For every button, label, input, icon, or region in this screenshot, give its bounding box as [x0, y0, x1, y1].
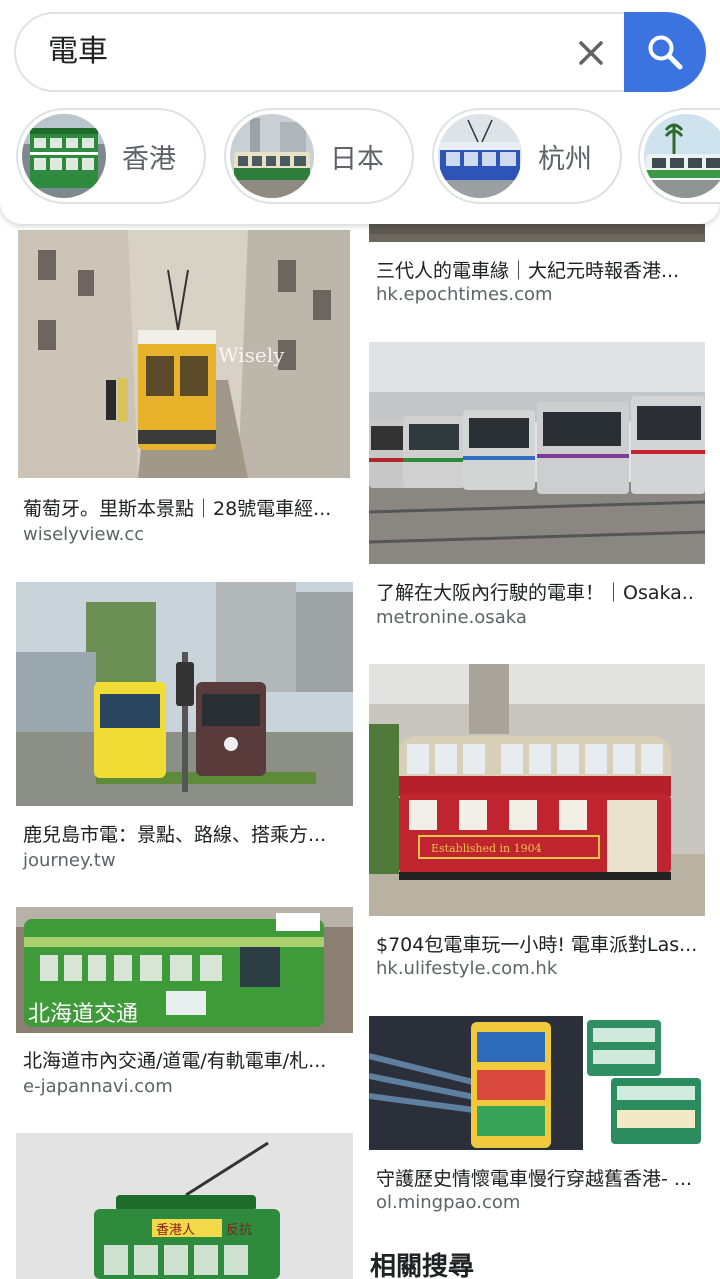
search-button[interactable] — [624, 12, 706, 92]
chip-more[interactable] — [638, 108, 720, 204]
result-image[interactable] — [369, 342, 705, 564]
result-title[interactable]: $704包電車玩一小時! 電車派對Las... — [376, 930, 696, 957]
chip-label: 杭州 — [538, 143, 592, 175]
search-icon — [648, 35, 683, 70]
overlay-text: 北海道交通 — [28, 1002, 138, 1027]
result-title[interactable]: 了解在大阪內行駛的電車！｜Osaka... — [376, 578, 696, 605]
plate-text: Established in 1904 — [431, 842, 542, 855]
chip-thumbnail — [644, 114, 720, 198]
result-image[interactable]: 北海道交通 — [16, 907, 353, 1033]
result-image[interactable]: 香港人 反抗 — [16, 1133, 353, 1279]
search-header: 電車 香港 日本 杭州 — [0, 0, 720, 224]
result-source: hk.epochtimes.com — [376, 284, 553, 305]
result-source: metronine.osaka — [376, 607, 527, 628]
chip-hangzhou[interactable]: 杭州 — [432, 108, 622, 204]
clear-button[interactable] — [568, 30, 614, 76]
result-image[interactable]: Established in 1904 — [369, 664, 705, 916]
chip-thumbnail — [22, 114, 106, 198]
watermark-text: Wisely — [218, 343, 285, 367]
chip-label: 日本 — [330, 143, 384, 175]
chip-thumbnail — [230, 114, 314, 198]
result-source: wiselyview.cc — [23, 524, 145, 545]
result-image[interactable] — [16, 582, 353, 806]
close-icon — [579, 41, 603, 65]
result-source: hk.ulifestyle.com.hk — [376, 958, 558, 979]
result-image[interactable] — [369, 1016, 705, 1150]
chip-thumbnail — [438, 114, 522, 198]
search-box[interactable]: 電車 — [14, 12, 706, 92]
result-image[interactable]: Wisely — [18, 230, 350, 478]
result-title[interactable]: 三代人的電車緣｜大紀元時報香港... — [376, 256, 696, 283]
sign-text: 香港人 — [156, 1223, 195, 1238]
chip-hong-kong[interactable]: 香港 — [16, 108, 206, 204]
result-source: journey.tw — [23, 850, 116, 871]
search-input[interactable]: 電車 — [48, 32, 108, 72]
chip-japan[interactable]: 日本 — [224, 108, 414, 204]
chip-label: 香港 — [122, 143, 176, 175]
result-image[interactable] — [369, 224, 705, 242]
sign-text-2: 反抗 — [226, 1223, 252, 1238]
result-title[interactable]: 守護歷史情懷電車慢行穿越舊香港- ... — [376, 1164, 696, 1191]
result-source: e-japannavi.com — [23, 1076, 173, 1097]
result-title[interactable]: 葡萄牙。里斯本景點｜28號電車經... — [23, 494, 339, 521]
result-title[interactable]: 鹿兒島市電：景點、路線、搭乘方... — [23, 820, 339, 847]
suggestion-chips: 香港 日本 杭州 — [16, 108, 720, 204]
related-searches-heading: 相關搜尋 — [370, 1252, 475, 1279]
result-title[interactable]: 北海道市內交通/道電/有軌電車/札... — [23, 1046, 339, 1073]
result-source: ol.mingpao.com — [376, 1192, 521, 1213]
